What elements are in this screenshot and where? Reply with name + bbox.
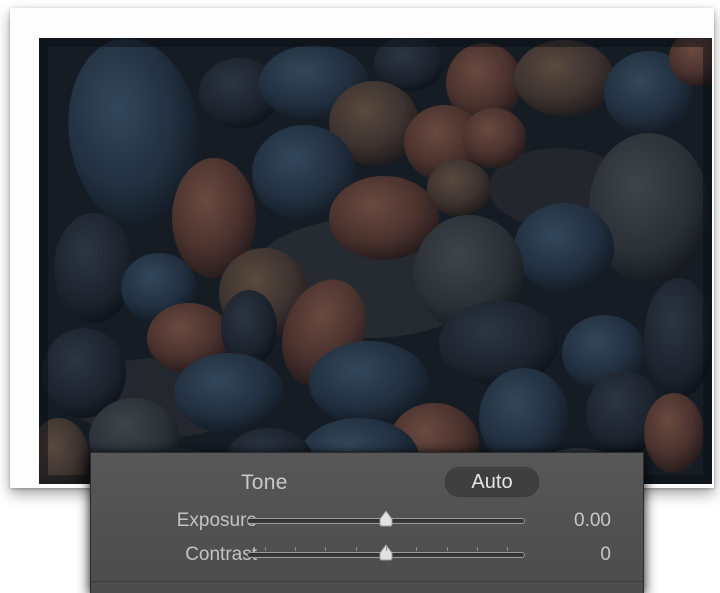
exposure-slider[interactable] <box>247 510 525 527</box>
slider-tick <box>446 547 448 551</box>
exposure-slider-thumb[interactable] <box>377 510 395 528</box>
slider-tick <box>507 547 509 551</box>
photo-preview <box>39 38 712 484</box>
contrast-row: Contrast 0 <box>91 541 643 567</box>
exposure-label: Exposure <box>176 510 257 531</box>
pebbles-image <box>39 38 712 484</box>
contrast-slider[interactable] <box>247 544 525 561</box>
slider-tick <box>355 547 357 551</box>
tone-header: Tone Auto <box>91 467 643 499</box>
slider-tick <box>325 547 327 551</box>
slider-tick <box>386 547 387 551</box>
tone-title: Tone <box>241 471 288 494</box>
auto-button[interactable]: Auto <box>445 467 539 497</box>
exposure-value[interactable]: 0.00 <box>561 510 611 532</box>
slider-tick <box>416 547 418 551</box>
slider-tick <box>264 547 266 551</box>
slider-tick <box>294 547 296 551</box>
contrast-value[interactable]: 0 <box>561 544 611 566</box>
slider-tick <box>477 547 479 551</box>
exposure-row: Exposure 0.00 <box>91 507 643 533</box>
tone-panel: Tone Auto Exposure 0.00 Contrast 0 <box>90 452 644 593</box>
panel-divider <box>91 581 643 582</box>
photo-card <box>10 8 714 488</box>
